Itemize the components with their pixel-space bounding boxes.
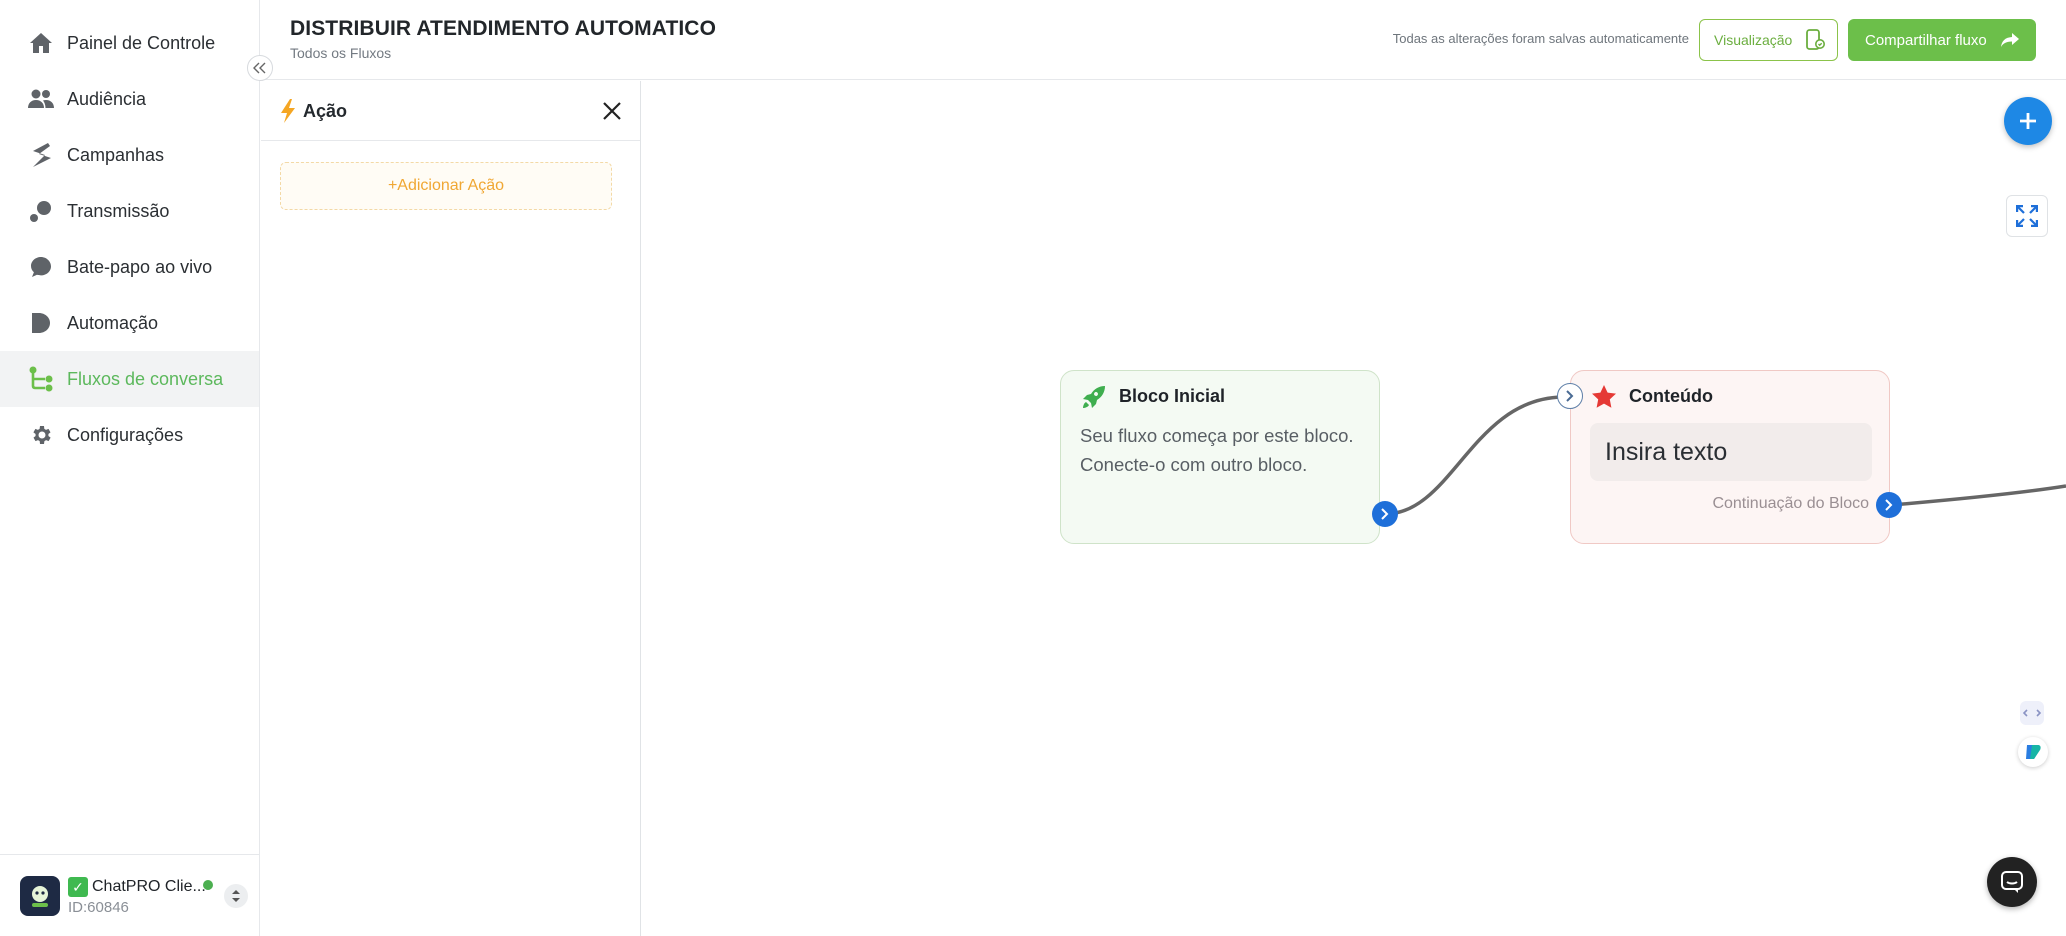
autosave-status: Todas as alterações foram salvas automat… bbox=[1392, 31, 1689, 46]
assistant-widget-icon[interactable] bbox=[2018, 737, 2048, 767]
sidebar-item-label: Transmissão bbox=[67, 200, 170, 221]
share-arrow-icon bbox=[2000, 33, 2019, 47]
start-block-description: Seu fluxo começa por este bloco. Conecte… bbox=[1080, 425, 1354, 475]
chevron-right-icon bbox=[1885, 499, 1893, 511]
block-continuation-label: Continuação do Bloco bbox=[1712, 495, 1869, 512]
start-block-output-port[interactable] bbox=[1372, 501, 1398, 527]
chevron-right-icon bbox=[1381, 508, 1389, 520]
preview-label: Visualização bbox=[1714, 32, 1793, 48]
lightning-icon bbox=[281, 99, 295, 123]
code-widget-icon[interactable] bbox=[2020, 701, 2044, 725]
chevron-right-icon bbox=[1566, 390, 1574, 402]
sidebar-item-audiencia[interactable]: Audiência bbox=[0, 71, 259, 127]
sidebar-item-label: Audiência bbox=[67, 88, 147, 109]
check-icon: ✓ bbox=[68, 877, 88, 897]
flow-canvas[interactable]: Bloco Inicial Seu fluxo começa por este … bbox=[642, 81, 2066, 936]
account-id: ID:60846 bbox=[68, 899, 129, 916]
sidebar-item-label: Fluxos de conversa bbox=[67, 368, 224, 389]
flow-icon bbox=[28, 366, 54, 392]
action-panel-header: Ação bbox=[261, 81, 640, 141]
share-label: Compartilhar fluxo bbox=[1865, 31, 1987, 49]
share-flow-button[interactable]: Compartilhar fluxo bbox=[1848, 19, 2036, 61]
automation-icon bbox=[28, 310, 54, 336]
panel-title: Ação bbox=[303, 101, 348, 121]
broadcast-icon bbox=[28, 198, 54, 224]
sidebar-item-transmissao[interactable]: Transmissão bbox=[0, 183, 259, 239]
online-status-dot bbox=[203, 880, 213, 890]
collapse-sidebar-button[interactable] bbox=[247, 55, 273, 81]
sidebar-item-configuracoes[interactable]: Configurações bbox=[0, 407, 259, 463]
users-icon bbox=[28, 86, 54, 112]
double-chevron-left-icon bbox=[253, 62, 266, 74]
expand-icon bbox=[2016, 205, 2038, 227]
home-icon bbox=[28, 30, 54, 56]
sidebar: Painel de Controle Audiência Campanhas T… bbox=[0, 0, 260, 936]
action-panel: Ação +Adicionar Ação bbox=[261, 81, 641, 936]
avatar bbox=[20, 876, 60, 916]
sidebar-item-fluxos-de-conversa[interactable]: Fluxos de conversa bbox=[0, 351, 259, 407]
connection-content-to-next bbox=[1891, 484, 2066, 507]
sidebar-item-label: Bate-papo ao vivo bbox=[67, 256, 213, 277]
content-block[interactable]: Conteúdo Insira texto Continuação do Blo… bbox=[1570, 370, 1890, 544]
connection-start-to-content bbox=[1384, 395, 1563, 516]
star-icon bbox=[1592, 385, 1616, 408]
chat-icon bbox=[28, 254, 54, 280]
sidebar-item-label: Automação bbox=[67, 312, 159, 333]
gear-icon bbox=[28, 422, 54, 448]
add-action-button[interactable]: +Adicionar Ação bbox=[280, 162, 612, 210]
start-block-title: Bloco Inicial bbox=[1119, 386, 1226, 406]
sidebar-item-painel-de-controle[interactable]: Painel de Controle bbox=[0, 15, 259, 71]
rocket-icon bbox=[1083, 386, 1105, 408]
close-icon[interactable] bbox=[600, 99, 624, 123]
sidebar-item-bate-papo[interactable]: Bate-papo ao vivo bbox=[0, 239, 259, 295]
content-text-input[interactable]: Insira texto bbox=[1590, 423, 1872, 481]
account-name: ✓ ChatPRO Clie... bbox=[68, 877, 206, 897]
page-title: DISTRIBUIR ATENDIMENTO AUTOMATICO bbox=[290, 17, 717, 40]
breadcrumb[interactable]: Todos os Fluxos bbox=[290, 45, 391, 61]
sidebar-item-campanhas[interactable]: Campanhas bbox=[0, 127, 259, 183]
phone-preview-icon bbox=[1806, 29, 1826, 50]
switch-account-icon[interactable] bbox=[224, 884, 248, 908]
content-block-title: Conteúdo bbox=[1629, 386, 1713, 406]
preview-button[interactable]: Visualização bbox=[1699, 19, 1838, 61]
content-block-input-port[interactable] bbox=[1557, 383, 1583, 409]
sidebar-item-label: Painel de Controle bbox=[67, 32, 216, 53]
plus-icon bbox=[2020, 113, 2036, 129]
fit-to-screen-button[interactable] bbox=[2006, 195, 2048, 237]
sidebar-item-label: Campanhas bbox=[67, 144, 165, 165]
content-block-output-port[interactable] bbox=[1876, 492, 1902, 518]
chat-bubble-icon bbox=[2001, 871, 2023, 893]
sidebar-item-automacao[interactable]: Automação bbox=[0, 295, 259, 351]
start-block[interactable]: Bloco Inicial Seu fluxo começa por este … bbox=[1060, 370, 1380, 544]
sidebar-item-label: Configurações bbox=[67, 424, 184, 445]
support-chat-button[interactable] bbox=[1987, 857, 2037, 907]
campaign-icon bbox=[28, 142, 54, 168]
account-switcher[interactable]: ✓ ChatPRO Clie... ID:60846 bbox=[0, 854, 259, 936]
add-block-button[interactable] bbox=[2004, 97, 2052, 145]
